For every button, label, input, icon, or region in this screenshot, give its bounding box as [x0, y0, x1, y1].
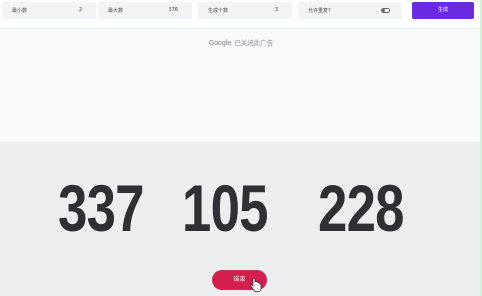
- ad-closed-notice: Google 已关闭此广告: [0, 37, 482, 47]
- max-number-field[interactable]: 最大数 376: [98, 2, 192, 19]
- ad-closed-message: 已关闭此广告: [234, 39, 274, 47]
- min-number-label: 最小数: [12, 8, 28, 14]
- result-number-2: 105: [182, 171, 269, 245]
- allow-repeat-field: 允许重复?: [298, 2, 402, 19]
- min-number-value[interactable]: 2: [79, 7, 82, 13]
- count-value[interactable]: 3: [275, 7, 278, 13]
- result-number-3: 228: [318, 171, 405, 245]
- hand-cursor-icon: [250, 278, 262, 292]
- toggle-knob: [382, 9, 385, 12]
- ad-container: Google 已关闭此广告: [0, 28, 482, 142]
- allow-repeat-label: 允许重复?: [308, 8, 331, 14]
- result-stage: 337 105 228 结束: [0, 142, 482, 296]
- max-number-value[interactable]: 376: [168, 7, 178, 13]
- generate-button[interactable]: 生成: [412, 2, 474, 19]
- allow-repeat-toggle[interactable]: [381, 8, 390, 13]
- min-number-field[interactable]: 最小数 2: [2, 2, 96, 19]
- max-number-label: 最大数: [108, 8, 124, 14]
- google-logo: Google: [208, 40, 232, 47]
- count-label: 生成个数: [208, 8, 229, 14]
- result-number-1: 337: [58, 171, 145, 245]
- count-field[interactable]: 生成个数 3: [198, 2, 292, 19]
- settings-toolbar: 最小数 2 最大数 376 生成个数 3 允许重复? 生成: [0, 0, 482, 24]
